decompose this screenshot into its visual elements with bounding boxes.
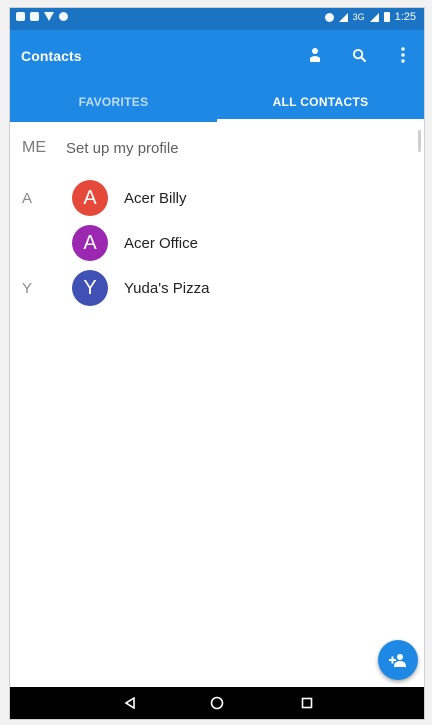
home-icon[interactable] (207, 693, 227, 713)
list-item[interactable]: A Acer Office (10, 222, 424, 264)
signal-icon (369, 12, 379, 22)
avatar[interactable]: Y (72, 270, 108, 306)
device-frame: 3G 1:25 Contacts FAVORITES ALL CONTACTS … (0, 0, 432, 725)
section-letter: A (22, 189, 33, 207)
app-bar: Contacts (10, 30, 424, 82)
wifi-icon (338, 12, 348, 22)
me-label: ME (22, 139, 46, 156)
notification-icons (16, 12, 68, 21)
list-item[interactable]: Y Y Yuda's Pizza (10, 267, 424, 309)
tab-bar: FAVORITES ALL CONTACTS (10, 82, 424, 122)
section-letter: Y (22, 279, 33, 297)
message-icon (30, 12, 39, 21)
app-bar-actions (304, 44, 414, 66)
more-vert-icon[interactable] (392, 44, 414, 66)
sync-icon (324, 12, 334, 22)
list-item[interactable]: A A Acer Billy (10, 177, 424, 219)
profile-row[interactable]: ME Set up my profile (22, 139, 179, 157)
recents-icon[interactable] (297, 693, 317, 713)
avatar[interactable]: A (72, 225, 108, 261)
android-icon (59, 12, 68, 21)
add-person-icon (389, 654, 406, 667)
navigation-bar (10, 687, 424, 719)
add-contact-button[interactable] (378, 640, 418, 680)
system-icons: 3G 1:25 (324, 11, 416, 23)
contact-name: Acer Office (124, 234, 198, 252)
notification-icon (16, 12, 25, 21)
person-icon[interactable] (304, 44, 326, 66)
tab-favorites[interactable]: FAVORITES (10, 82, 217, 122)
scrollbar[interactable] (418, 130, 421, 152)
setup-profile-text: Set up my profile (66, 139, 179, 157)
app-title: Contacts (21, 48, 82, 64)
avatar[interactable]: A (72, 180, 108, 216)
status-bar: 3G 1:25 (10, 8, 424, 30)
phone-screen: 3G 1:25 Contacts FAVORITES ALL CONTACTS … (9, 7, 425, 720)
usb-icon (44, 12, 54, 21)
tab-all-contacts[interactable]: ALL CONTACTS (217, 82, 424, 122)
search-icon[interactable] (348, 44, 370, 66)
contact-list: ME Set up my profile A A Acer Billy A Ac… (10, 122, 424, 687)
clock: 1:25 (394, 11, 416, 23)
battery-icon (383, 12, 390, 22)
network-type: 3G (352, 12, 365, 22)
contact-name: Acer Billy (124, 189, 187, 207)
back-icon[interactable] (120, 693, 140, 713)
contact-name: Yuda's Pizza (124, 279, 210, 297)
